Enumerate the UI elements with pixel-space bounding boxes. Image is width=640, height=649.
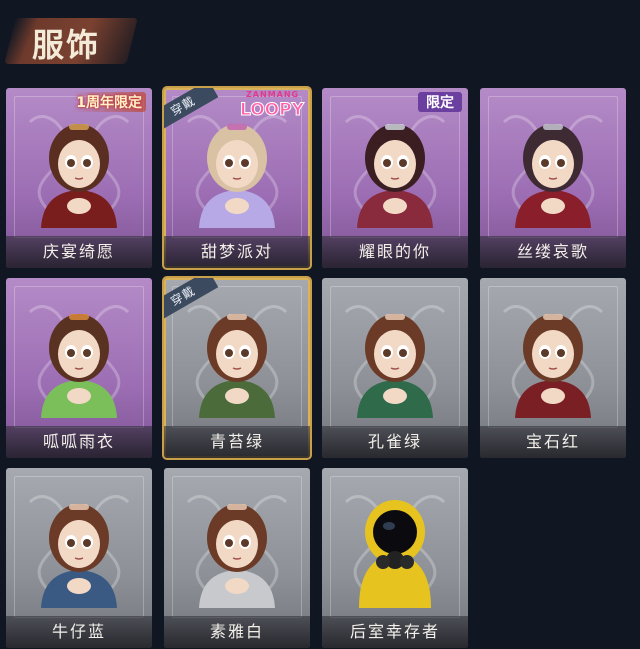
character-portrait xyxy=(359,500,431,608)
costume-card[interactable]: 素雅白 xyxy=(164,468,310,648)
limited-badge: 限定 xyxy=(418,92,462,112)
character-portrait xyxy=(199,124,275,228)
character-portrait xyxy=(515,124,591,228)
costume-card[interactable]: 1周年限定庆宴绮愿 xyxy=(6,88,152,268)
section-title: 服饰 xyxy=(32,26,101,64)
collab-logo-text: LOOPY xyxy=(240,100,305,121)
costume-name: 呱呱雨衣 xyxy=(6,426,152,458)
costume-card[interactable]: 宝石红 xyxy=(480,278,626,458)
character-portrait xyxy=(41,124,117,228)
costume-name: 宝石红 xyxy=(480,426,626,458)
character-portrait xyxy=(199,314,275,418)
character-portrait xyxy=(41,504,117,608)
character-portrait xyxy=(41,314,117,418)
costume-card[interactable]: 穿戴 ZANMANG LOOPY 甜梦派对 xyxy=(164,88,310,268)
costume-name: 耀眼的你 xyxy=(322,236,468,268)
costume-name: 素雅白 xyxy=(164,616,310,648)
collab-logo-top: ZANMANG xyxy=(246,90,300,99)
costume-name: 庆宴绮愿 xyxy=(6,236,152,268)
costume-card[interactable]: 后室幸存者 xyxy=(322,468,468,648)
character-portrait xyxy=(357,314,433,418)
costume-card[interactable]: 限定耀眼的你 xyxy=(322,88,468,268)
character-portrait xyxy=(199,504,275,608)
anniversary-badge: 1周年限定 xyxy=(72,92,146,112)
character-portrait xyxy=(357,124,433,228)
costume-card[interactable]: 牛仔蓝 xyxy=(6,468,152,648)
costume-card[interactable]: 呱呱雨衣 xyxy=(6,278,152,458)
costume-name: 孔雀绿 xyxy=(322,426,468,458)
costume-card[interactable]: 孔雀绿 xyxy=(322,278,468,458)
costume-name: 青苔绿 xyxy=(164,426,310,458)
character-portrait xyxy=(515,314,591,418)
costume-name: 甜梦派对 xyxy=(164,236,310,268)
costume-name: 牛仔蓝 xyxy=(6,616,152,648)
costume-name: 后室幸存者 xyxy=(322,616,468,648)
collab-logo: ZANMANG LOOPY xyxy=(232,90,306,121)
costume-card[interactable]: 丝缕哀歌 xyxy=(480,88,626,268)
section-header: 服饰 xyxy=(0,0,640,82)
costume-card[interactable]: 穿戴 青苔绿 xyxy=(164,278,310,458)
costume-name: 丝缕哀歌 xyxy=(480,236,626,268)
